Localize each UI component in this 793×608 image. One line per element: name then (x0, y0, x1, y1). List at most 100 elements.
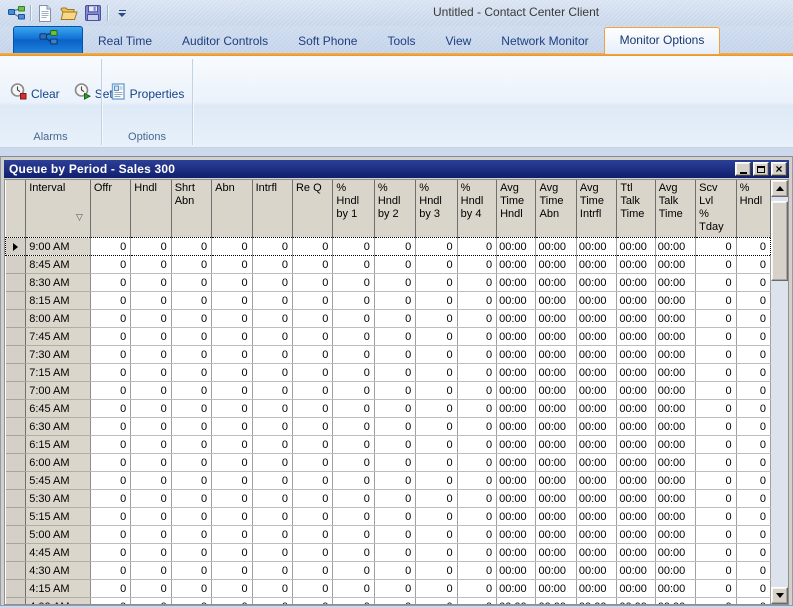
cell[interactable]: 00:00 (576, 598, 616, 605)
cell[interactable]: 0 (90, 364, 130, 382)
cell[interactable]: 0 (374, 544, 415, 562)
cell[interactable]: 0 (252, 292, 292, 310)
cell[interactable]: 0 (292, 490, 332, 508)
cell[interactable]: 0 (736, 454, 770, 472)
cell[interactable]: 0 (252, 274, 292, 292)
cell[interactable]: 0 (374, 292, 415, 310)
cell[interactable]: 0 (457, 364, 496, 382)
cell[interactable]: 00:00 (576, 292, 616, 310)
cell[interactable]: 0 (90, 382, 130, 400)
cell[interactable]: 0 (333, 508, 374, 526)
cell[interactable]: 0 (374, 454, 415, 472)
cell[interactable]: 0 (696, 436, 736, 454)
cell[interactable]: 0 (90, 238, 130, 256)
cell[interactable]: 0 (736, 436, 770, 454)
cell[interactable]: 0 (374, 580, 415, 598)
cell[interactable]: 0 (696, 580, 736, 598)
cell[interactable]: 00:00 (655, 454, 695, 472)
tab-network-monitor[interactable]: Network Monitor (486, 29, 603, 53)
cell[interactable]: 0 (171, 238, 211, 256)
table-row[interactable]: 8:30 AM000000000000:0000:0000:0000:0000:… (6, 274, 771, 292)
cell[interactable]: 0 (333, 364, 374, 382)
table-row[interactable]: 6:30 AM000000000000:0000:0000:0000:0000:… (6, 418, 771, 436)
cell[interactable]: 0 (374, 364, 415, 382)
cell[interactable]: 0 (131, 472, 171, 490)
cell[interactable]: 0 (416, 454, 457, 472)
scrollbar-thumb[interactable] (771, 201, 788, 281)
interval-cell[interactable]: 8:00 AM (26, 310, 91, 328)
cell[interactable]: 00:00 (576, 472, 616, 490)
cell[interactable]: 0 (131, 382, 171, 400)
cell[interactable]: 0 (212, 490, 252, 508)
cell[interactable]: 0 (212, 454, 252, 472)
cell[interactable]: 0 (374, 598, 415, 605)
cell[interactable]: 0 (212, 256, 252, 274)
cell[interactable]: 00:00 (617, 598, 655, 605)
row-selector[interactable] (6, 580, 26, 598)
cell[interactable]: 00:00 (655, 238, 695, 256)
cell[interactable]: 0 (90, 526, 130, 544)
row-selector[interactable] (6, 436, 26, 454)
cell[interactable]: 0 (171, 400, 211, 418)
cell[interactable]: 00:00 (497, 292, 536, 310)
cell[interactable]: 0 (171, 454, 211, 472)
column-header[interactable]: % Hndl by 4 (457, 180, 496, 238)
tab-real-time[interactable]: Real Time (83, 29, 167, 53)
table-row[interactable]: 8:00 AM000000000000:0000:0000:0000:0000:… (6, 310, 771, 328)
column-header[interactable]: Shrt Abn (171, 180, 211, 238)
cell[interactable]: 00:00 (576, 490, 616, 508)
cell[interactable]: 00:00 (576, 328, 616, 346)
cell[interactable]: 0 (212, 544, 252, 562)
cell[interactable]: 0 (252, 310, 292, 328)
cell[interactable]: 0 (736, 490, 770, 508)
cell[interactable]: 0 (212, 364, 252, 382)
cell[interactable]: 0 (292, 562, 332, 580)
row-selector[interactable] (6, 562, 26, 580)
cell[interactable]: 00:00 (576, 508, 616, 526)
cell[interactable]: 0 (292, 310, 332, 328)
table-row[interactable]: 9:00 AM000000000000:0000:0000:0000:0000:… (6, 238, 771, 256)
table-row[interactable]: 4:45 AM000000000000:0000:0000:0000:0000:… (6, 544, 771, 562)
table-row[interactable]: 7:30 AM000000000000:0000:0000:0000:0000:… (6, 346, 771, 364)
column-header[interactable]: Avg Talk Time (655, 180, 695, 238)
cell[interactable]: 0 (171, 346, 211, 364)
cell[interactable]: 00:00 (655, 418, 695, 436)
cell[interactable]: 00:00 (655, 526, 695, 544)
cell[interactable]: 0 (212, 382, 252, 400)
cell[interactable]: 00:00 (497, 472, 536, 490)
tab-auditor-controls[interactable]: Auditor Controls (167, 29, 283, 53)
cell[interactable]: 0 (736, 346, 770, 364)
table-row[interactable]: 4:30 AM000000000000:0000:0000:0000:0000:… (6, 562, 771, 580)
cell[interactable]: 00:00 (655, 382, 695, 400)
cell[interactable]: 0 (333, 418, 374, 436)
table-row[interactable]: 7:00 AM000000000000:0000:0000:0000:0000:… (6, 382, 771, 400)
cell[interactable]: 0 (696, 256, 736, 274)
cell[interactable]: 0 (736, 400, 770, 418)
cell[interactable]: 0 (292, 328, 332, 346)
cell[interactable]: 00:00 (497, 490, 536, 508)
cell[interactable]: 0 (374, 310, 415, 328)
cell[interactable]: 0 (90, 346, 130, 364)
tab-soft-phone[interactable]: Soft Phone (283, 29, 372, 53)
cell[interactable]: 00:00 (655, 472, 695, 490)
cell[interactable]: 0 (292, 598, 332, 605)
minimize-button[interactable] (735, 162, 751, 176)
column-header[interactable]: Scv Lvl % Tday (696, 180, 736, 238)
cell[interactable]: 0 (416, 256, 457, 274)
row-selector[interactable] (6, 328, 26, 346)
cell[interactable]: 0 (696, 562, 736, 580)
cell[interactable]: 00:00 (536, 598, 576, 605)
cell[interactable]: 0 (416, 364, 457, 382)
app-network-icon[interactable] (4, 2, 28, 24)
cell[interactable]: 00:00 (497, 328, 536, 346)
cell[interactable]: 00:00 (536, 418, 576, 436)
cell[interactable]: 0 (212, 508, 252, 526)
cell[interactable]: 00:00 (617, 544, 655, 562)
cell[interactable]: 0 (736, 256, 770, 274)
row-selector[interactable] (6, 310, 26, 328)
cell[interactable]: 00:00 (655, 364, 695, 382)
tab-view[interactable]: View (430, 29, 486, 53)
cell[interactable]: 0 (333, 472, 374, 490)
cell[interactable]: 0 (252, 238, 292, 256)
row-selector[interactable] (6, 598, 26, 605)
